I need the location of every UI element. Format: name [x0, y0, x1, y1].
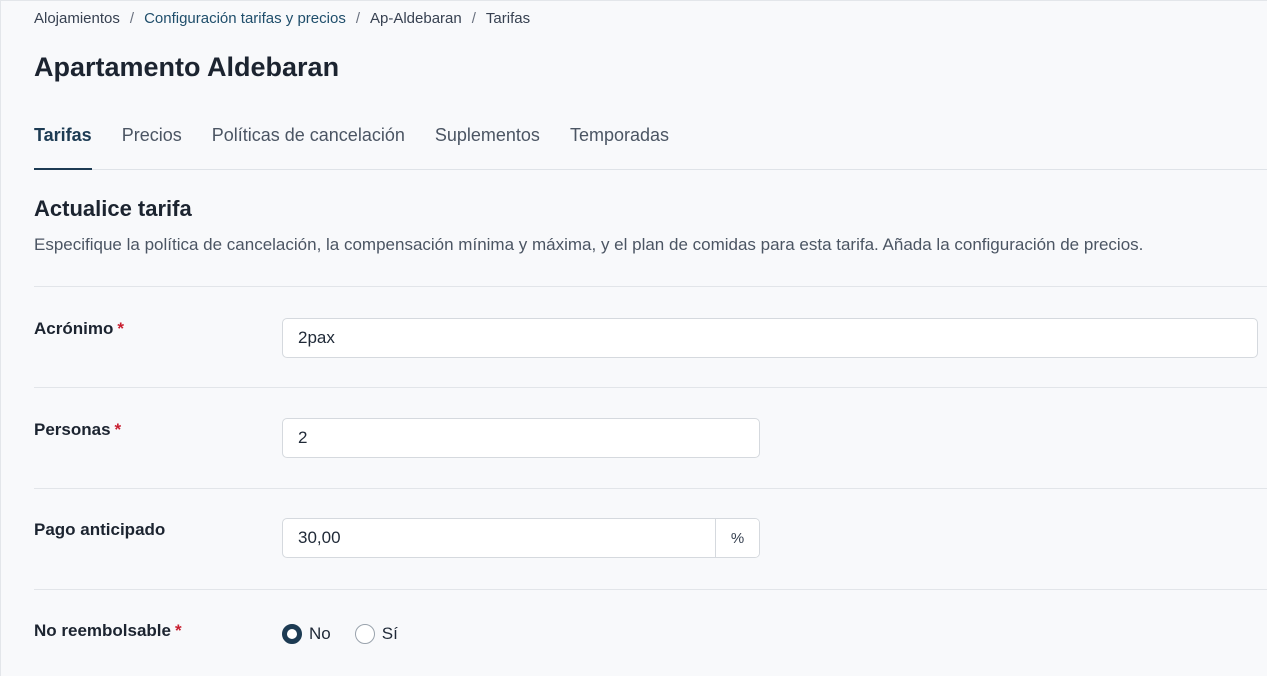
breadcrumb-item-current: Tarifas — [485, 10, 531, 27]
required-marker: * — [175, 621, 182, 640]
non-refundable-label-text: No reembolsable — [34, 621, 171, 640]
divider — [34, 286, 1267, 287]
prepayment-label: Pago anticipado — [34, 519, 165, 541]
non-refundable-label: No reembolsable * — [34, 620, 182, 642]
radio-unchecked-icon[interactable] — [354, 624, 375, 644]
persons-label: Personas * — [34, 419, 121, 441]
acronym-label-text: Acrónimo — [34, 319, 114, 338]
tab-bar: Tarifas Precios Políticas de cancelación… — [34, 120, 1267, 170]
breadcrumb-separator: / — [471, 10, 476, 27]
breadcrumb: Alojamientos / Configuración tarifas y p… — [34, 10, 530, 28]
radio-checked-icon[interactable] — [282, 624, 302, 644]
section-title: Actualice tarifa — [34, 196, 192, 221]
prepayment-label-text: Pago anticipado — [34, 520, 166, 539]
section-description: Especifique la política de cancelación, … — [34, 235, 1144, 254]
breadcrumb-item-alojamientos[interactable]: Alojamientos — [34, 10, 120, 28]
percent-addon: % — [715, 519, 759, 557]
acronym-label: Acrónimo * — [34, 318, 124, 340]
persons-input[interactable] — [282, 418, 760, 458]
breadcrumb-item-apartment[interactable]: Ap-Aldebaran — [370, 10, 462, 28]
radio-option-no[interactable]: No — [282, 623, 331, 645]
required-marker: * — [114, 420, 122, 439]
radio-label-no: No — [309, 624, 331, 643]
page-title: Apartamento Aldebaran — [34, 52, 340, 82]
radio-label-si: Sí — [381, 624, 398, 643]
persons-label-text: Personas — [34, 420, 111, 439]
breadcrumb-separator: / — [129, 10, 135, 27]
tab-tarifas[interactable]: Tarifas — [34, 120, 92, 170]
tab-temporadas[interactable]: Temporadas — [570, 120, 669, 169]
breadcrumb-item-configuracion[interactable]: Configuración tarifas y precios — [144, 10, 346, 28]
acronym-input[interactable] — [282, 318, 1258, 358]
prepayment-input-group: % — [282, 518, 760, 558]
divider — [34, 589, 1267, 590]
tab-politicas-cancelacion[interactable]: Políticas de cancelación — [212, 120, 405, 169]
non-refundable-radio-group: No Sí — [282, 623, 422, 645]
tab-suplementos[interactable]: Suplementos — [435, 120, 540, 169]
required-marker: * — [117, 319, 124, 338]
prepayment-input[interactable] — [283, 519, 715, 557]
tab-precios[interactable]: Precios — [122, 120, 182, 169]
divider — [34, 488, 1267, 489]
radio-option-si[interactable]: Sí — [354, 623, 398, 645]
divider — [34, 387, 1267, 388]
breadcrumb-separator: / — [355, 10, 360, 27]
page-container: Alojamientos / Configuración tarifas y p… — [0, 0, 1267, 676]
